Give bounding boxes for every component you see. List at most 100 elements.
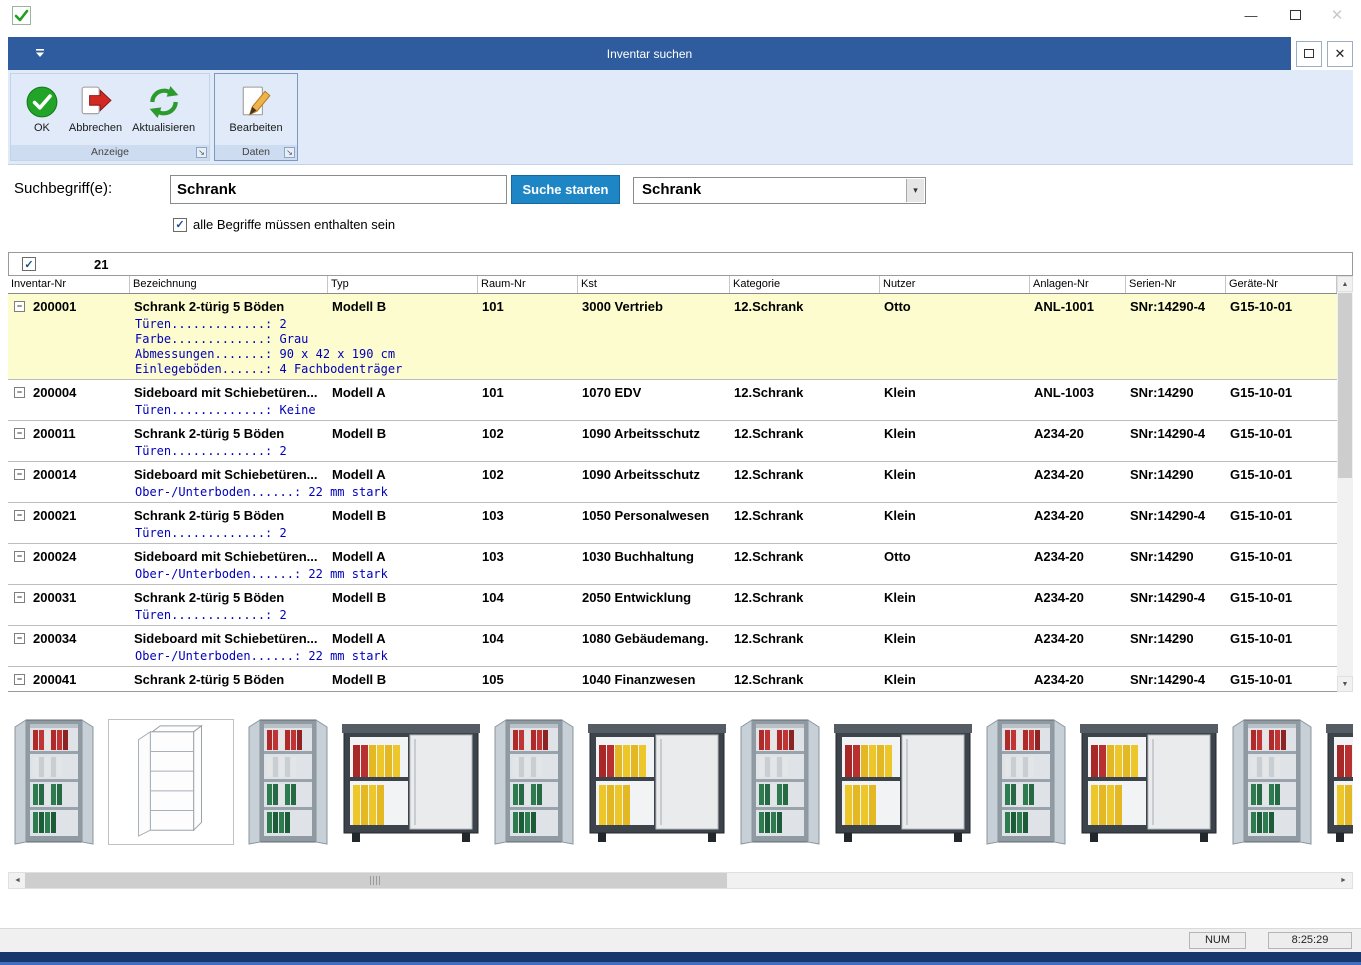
clock: 8:25:29 xyxy=(1268,932,1352,949)
abbrechen-button[interactable]: Abbrechen xyxy=(64,74,127,144)
thumbnail-tall-cabinet[interactable] xyxy=(493,718,575,846)
table-row[interactable]: −200031Schrank 2-türig 5 BödenModell B10… xyxy=(8,585,1337,626)
thumbnail-sideboard[interactable] xyxy=(342,719,480,845)
cell-geraete: G15-10-01 xyxy=(1226,631,1337,646)
collapse-icon[interactable]: − xyxy=(14,674,25,685)
collapse-icon[interactable]: − xyxy=(14,633,25,644)
table-row[interactable]: −200011Schrank 2-türig 5 BödenModell B10… xyxy=(8,421,1337,462)
thumbnail-tall-cabinet[interactable] xyxy=(1231,718,1313,846)
search-start-button[interactable]: Suche starten xyxy=(511,175,620,204)
column-header[interactable]: Typ xyxy=(328,276,478,293)
dialog-launcher-icon[interactable]: ↘ xyxy=(196,147,207,158)
cell-kategorie: 12.Schrank xyxy=(730,631,880,646)
table-row[interactable]: −200004Sideboard mit Schiebetüren...Mode… xyxy=(8,380,1337,421)
grid-body: −200001Schrank 2-türig 5 BödenModell B10… xyxy=(8,294,1337,692)
all-terms-checkbox-row: ✓ alle Begriffe müssen enthalten sein xyxy=(173,217,395,232)
ok-check-icon xyxy=(25,85,59,119)
combobox-value: Schrank xyxy=(642,181,701,198)
cell-kategorie: 12.Schrank xyxy=(730,508,880,523)
column-header[interactable]: Raum-Nr xyxy=(478,276,578,293)
vertical-scrollbar-thumb[interactable] xyxy=(1338,293,1352,478)
cell-typ: Modell B xyxy=(328,508,478,523)
thumbnail-tall-cabinet[interactable] xyxy=(985,718,1067,846)
thumbnail-tall-cabinet[interactable] xyxy=(739,718,821,846)
scroll-down-icon[interactable]: ▼ xyxy=(1337,676,1353,692)
collapse-icon[interactable]: − xyxy=(14,551,25,562)
thumbnail-tall-cabinet[interactable] xyxy=(13,718,95,846)
column-header[interactable]: Bezeichnung xyxy=(130,276,328,293)
cell-bezeichnung: Schrank 2-türig 5 Böden xyxy=(130,299,328,314)
thumbnail-tall-cabinet[interactable] xyxy=(247,718,329,846)
search-combobox[interactable]: Schrank ▾ xyxy=(633,177,926,204)
collapse-icon[interactable]: − xyxy=(14,469,25,480)
cell-serien: SNr:14290 xyxy=(1126,467,1226,482)
cell-anlagen: A234-20 xyxy=(1030,467,1126,482)
aktualisieren-button[interactable]: Aktualisieren xyxy=(127,74,200,144)
check-icon: ✓ xyxy=(24,258,33,271)
detail-line: Ober-/Unterboden......: 22 mm stark xyxy=(135,485,1337,500)
collapse-icon[interactable]: − xyxy=(14,592,25,603)
scroll-left-icon[interactable]: ◄ xyxy=(9,873,26,888)
ok-button[interactable]: OK xyxy=(20,74,64,144)
dialog-launcher-icon[interactable]: ↘ xyxy=(284,147,295,158)
thumbnail-sideboard[interactable] xyxy=(834,719,972,845)
column-header[interactable]: Nutzer xyxy=(880,276,1030,293)
all-terms-checkbox[interactable]: ✓ xyxy=(173,218,187,232)
bearbeiten-button[interactable]: Bearbeiten xyxy=(224,74,287,144)
table-row[interactable]: −200014Sideboard mit Schiebetüren...Mode… xyxy=(8,462,1337,503)
cell-typ: Modell B xyxy=(328,299,478,314)
collapse-icon[interactable]: − xyxy=(14,301,25,312)
dialog-close-button[interactable]: ✕ xyxy=(1327,41,1353,67)
horizontal-scrollbar-thumb[interactable] xyxy=(25,873,727,888)
table-row[interactable]: −200024Sideboard mit Schiebetüren...Mode… xyxy=(8,544,1337,585)
dropdown-arrow-icon[interactable] xyxy=(34,47,46,59)
detail-line: Türen.............: 2 xyxy=(135,444,1337,459)
cell-anlagen: ANL-1001 xyxy=(1030,299,1126,314)
taskbar-strip xyxy=(0,952,1361,965)
table-row[interactable]: −200034Sideboard mit Schiebetüren...Mode… xyxy=(8,626,1337,667)
cell-inventar: −200041 xyxy=(8,672,130,687)
column-header[interactable]: Geräte-Nr xyxy=(1226,276,1337,293)
thumbnail-sketch-cabinet[interactable] xyxy=(108,719,234,845)
vertical-scrollbar[interactable]: ▲ ▼ xyxy=(1337,276,1353,692)
cell-nutzer: Klein xyxy=(880,672,1030,687)
select-all-checkbox[interactable]: ✓ xyxy=(22,257,36,271)
cell-kategorie: 12.Schrank xyxy=(730,299,880,314)
scroll-up-icon[interactable]: ▲ xyxy=(1337,276,1353,292)
column-header[interactable]: Serien-Nr xyxy=(1126,276,1226,293)
thumbnail-sideboard[interactable] xyxy=(1326,719,1353,845)
cell-anlagen: A234-20 xyxy=(1030,549,1126,564)
chevron-down-icon[interactable]: ▾ xyxy=(906,179,924,202)
horizontal-scrollbar[interactable]: ◄ ► xyxy=(8,872,1353,889)
thumbnail-sideboard[interactable] xyxy=(588,719,726,845)
collapse-icon[interactable]: − xyxy=(14,387,25,398)
cell-kategorie: 12.Schrank xyxy=(730,672,880,687)
thumbnail-sideboard[interactable] xyxy=(1080,719,1218,845)
cell-kategorie: 12.Schrank xyxy=(730,385,880,400)
column-header[interactable]: Anlagen-Nr xyxy=(1030,276,1126,293)
collapse-icon[interactable]: − xyxy=(14,428,25,439)
cell-nutzer: Klein xyxy=(880,385,1030,400)
search-input[interactable] xyxy=(170,175,507,204)
close-button[interactable]: ✕ xyxy=(1315,0,1359,30)
cell-bezeichnung: Sideboard mit Schiebetüren... xyxy=(130,631,328,646)
cell-typ: Modell A xyxy=(328,385,478,400)
scroll-right-icon[interactable]: ► xyxy=(1335,873,1352,888)
collapse-icon[interactable]: − xyxy=(14,510,25,521)
column-header[interactable]: Inventar-Nr xyxy=(8,276,130,293)
group-label-anzeige: Anzeige ↘ xyxy=(11,145,209,160)
dialog-maximize-button[interactable] xyxy=(1296,41,1322,67)
minimize-button[interactable]: — xyxy=(1229,0,1273,30)
cell-typ: Modell A xyxy=(328,549,478,564)
detail-line: Türen.............: 2 xyxy=(135,526,1337,541)
table-row[interactable]: −200001Schrank 2-türig 5 BödenModell B10… xyxy=(8,294,1337,380)
table-row[interactable]: −200041Schrank 2-türig 5 BödenModell B10… xyxy=(8,667,1337,692)
column-header[interactable]: Kst xyxy=(578,276,730,293)
cancel-arrow-icon xyxy=(79,85,113,119)
cell-bezeichnung: Schrank 2-türig 5 Böden xyxy=(130,672,328,687)
maximize-icon xyxy=(1290,10,1301,20)
cell-inventar: −200004 xyxy=(8,385,130,400)
column-header[interactable]: Kategorie xyxy=(730,276,880,293)
maximize-button[interactable] xyxy=(1273,0,1317,30)
table-row[interactable]: −200021Schrank 2-türig 5 BödenModell B10… xyxy=(8,503,1337,544)
